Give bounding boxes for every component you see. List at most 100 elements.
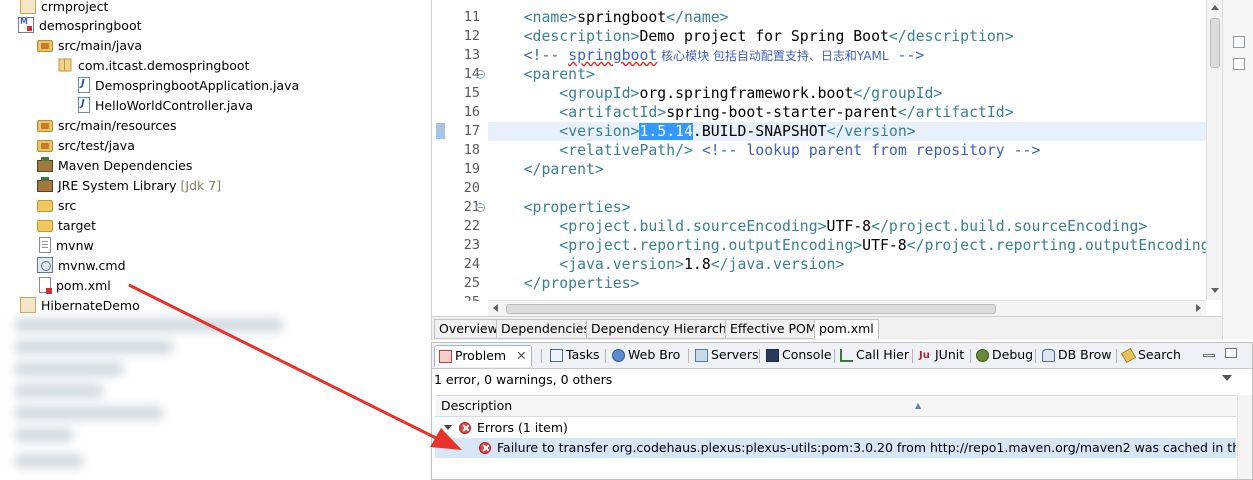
scroll-down-icon[interactable]: [1211, 288, 1219, 293]
search-icon: [1120, 347, 1137, 364]
tree-item-mvnw[interactable]: mvnw: [39, 235, 94, 255]
tab-separator: [1035, 349, 1036, 363]
code-line-15: <groupId>org.springframework.boot</group…: [559, 85, 943, 102]
globe-icon: [612, 349, 625, 362]
scroll-thumb[interactable]: [506, 304, 996, 314]
tab-search[interactable]: Search: [1118, 345, 1185, 367]
tab-label: Tasks: [566, 347, 600, 362]
tree-item-src-test-java[interactable]: src/test/java: [37, 135, 135, 155]
sort-indicator-icon: ▲: [915, 401, 922, 410]
code-area[interactable]: <name>springboot</name> <description>Dem…: [488, 0, 1206, 300]
tab-tasks[interactable]: Tasks: [546, 345, 604, 367]
cmd-file-icon: [37, 257, 53, 273]
line-number: 19: [463, 161, 480, 177]
line-number: 24: [463, 256, 480, 272]
tab-pom-xml[interactable]: pom.xml: [814, 319, 879, 339]
tab-separator: [1116, 349, 1117, 363]
tab-label: DB Brow: [1058, 347, 1112, 362]
fold-toggle-icon[interactable]: [476, 203, 485, 212]
db-browser-icon: [1042, 349, 1055, 362]
outline-icon[interactable]: [1233, 58, 1245, 70]
tab-separator: [759, 349, 760, 363]
tab-dependencies[interactable]: Dependencies: [496, 319, 595, 339]
tree-item-src-main-java[interactable]: src/main/java: [37, 35, 142, 55]
tree-item-jre-library[interactable]: JRE System Library [Jdk 7]: [37, 175, 221, 195]
tree-item-label: src/main/java: [58, 37, 143, 53]
tree-item-crmproject[interactable]: crmproject: [20, 0, 108, 16]
scroll-thumb[interactable]: [1210, 18, 1220, 68]
project-explorer: crmproject demospringboot src/main/java …: [0, 0, 428, 480]
fold-toggle-icon[interactable]: [476, 70, 485, 79]
tree-item-pom-xml[interactable]: pom.xml: [39, 275, 111, 295]
tree-item-label: JRE System Library: [58, 177, 177, 193]
redacted-region: [14, 318, 284, 332]
error-icon: [459, 422, 471, 434]
code-line-12: <description>Demo project for Spring Boo…: [523, 28, 1014, 45]
tree-item-package[interactable]: com.itcast.demospringboot: [57, 55, 249, 75]
call-hierarchy-icon: [840, 349, 853, 362]
junit-icon: Ju: [919, 350, 930, 361]
file-icon: [39, 237, 51, 253]
tree-item-mvnw-cmd[interactable]: mvnw.cmd: [37, 255, 126, 275]
tab-separator: [912, 349, 913, 363]
source-folder-icon: [37, 120, 53, 132]
scroll-left-icon[interactable]: [493, 304, 498, 312]
tree-item-src-main-resources[interactable]: src/main/resources: [37, 115, 176, 135]
library-icon: [37, 157, 53, 172]
tree-item-target[interactable]: target: [37, 215, 96, 235]
tree-item-application-java[interactable]: DemospringbootApplication.java: [78, 75, 299, 95]
errors-group-row[interactable]: Errors (1 item): [435, 418, 1236, 438]
tab-label: Web Bro: [628, 347, 681, 362]
line-number: 21: [463, 199, 480, 215]
tab-junit[interactable]: Ju JUnit: [915, 345, 968, 367]
tab-dependency-hierarchy[interactable]: Dependency Hierarchy: [586, 319, 740, 339]
debug-icon: [976, 349, 989, 362]
tab-db-browser[interactable]: DB Brow: [1038, 345, 1116, 367]
tab-effective-pom[interactable]: Effective POM: [725, 319, 822, 339]
tab-web-browser[interactable]: Web Bro: [608, 345, 684, 367]
close-icon[interactable]: ✕: [516, 348, 526, 363]
tab-overview[interactable]: Overview: [434, 319, 503, 339]
tree-item-label: src/main/resources: [58, 117, 177, 133]
tab-debug[interactable]: Debug: [972, 345, 1037, 367]
editor-vertical-scrollbar[interactable]: [1206, 0, 1222, 300]
minimize-view-icon[interactable]: [1203, 354, 1215, 357]
tab-servers[interactable]: Servers: [691, 345, 763, 367]
line-number: 25: [463, 275, 480, 291]
tree-item-demospringboot[interactable]: demospringboot: [18, 15, 142, 35]
maximize-view-icon[interactable]: [1225, 348, 1237, 358]
code-line-18: <relativePath/> <!-- lookup parent from …: [559, 142, 1041, 159]
library-icon: [37, 177, 53, 192]
tab-problems[interactable]: Problem ✕: [434, 345, 532, 367]
tree-item-src[interactable]: src: [37, 195, 76, 215]
column-header-label: Description: [441, 398, 513, 413]
code-line-19: </parent>: [523, 161, 604, 178]
folder-icon: [37, 220, 53, 232]
view-menu-icon[interactable]: [1222, 375, 1232, 381]
scroll-right-icon[interactable]: [1196, 304, 1201, 312]
problems-icon: [439, 350, 452, 363]
redacted-region: [14, 454, 84, 468]
problems-vertical-scrollbar[interactable]: [1237, 395, 1252, 479]
tab-separator: [605, 349, 606, 363]
project-icon: [20, 297, 36, 313]
tree-item-controller-java[interactable]: HelloWorldController.java: [78, 95, 253, 115]
problem-row[interactable]: Failure to transfer org.codehaus.plexus:…: [435, 438, 1236, 458]
minimize-icon[interactable]: [1233, 36, 1245, 48]
line-number-gutter: 11 12 13 14 15 16 17 18 19 20 21 22 23 2…: [432, 0, 486, 301]
line-number: 16: [463, 104, 480, 120]
line-number: 25: [440, 293, 480, 301]
tree-item-hibernatedemo[interactable]: HibernateDemo: [20, 295, 140, 315]
tab-console[interactable]: Console: [762, 345, 836, 367]
scroll-up-icon[interactable]: [1211, 5, 1219, 10]
error-icon: [479, 442, 491, 454]
expand-icon[interactable]: [444, 425, 452, 430]
tab-call-hierarchy[interactable]: Call Hier: [836, 345, 913, 367]
editor-horizontal-scrollbar[interactable]: [488, 300, 1206, 316]
code-line-14: <parent>: [523, 66, 595, 83]
column-header-description[interactable]: Description ▲: [435, 395, 1236, 417]
pom-editor-tabs: Overview Dependencies Dependency Hierarc…: [432, 316, 1222, 340]
tree-item-maven-dependencies[interactable]: Maven Dependencies: [37, 155, 192, 175]
errors-group-label: Errors (1 item): [477, 420, 568, 435]
